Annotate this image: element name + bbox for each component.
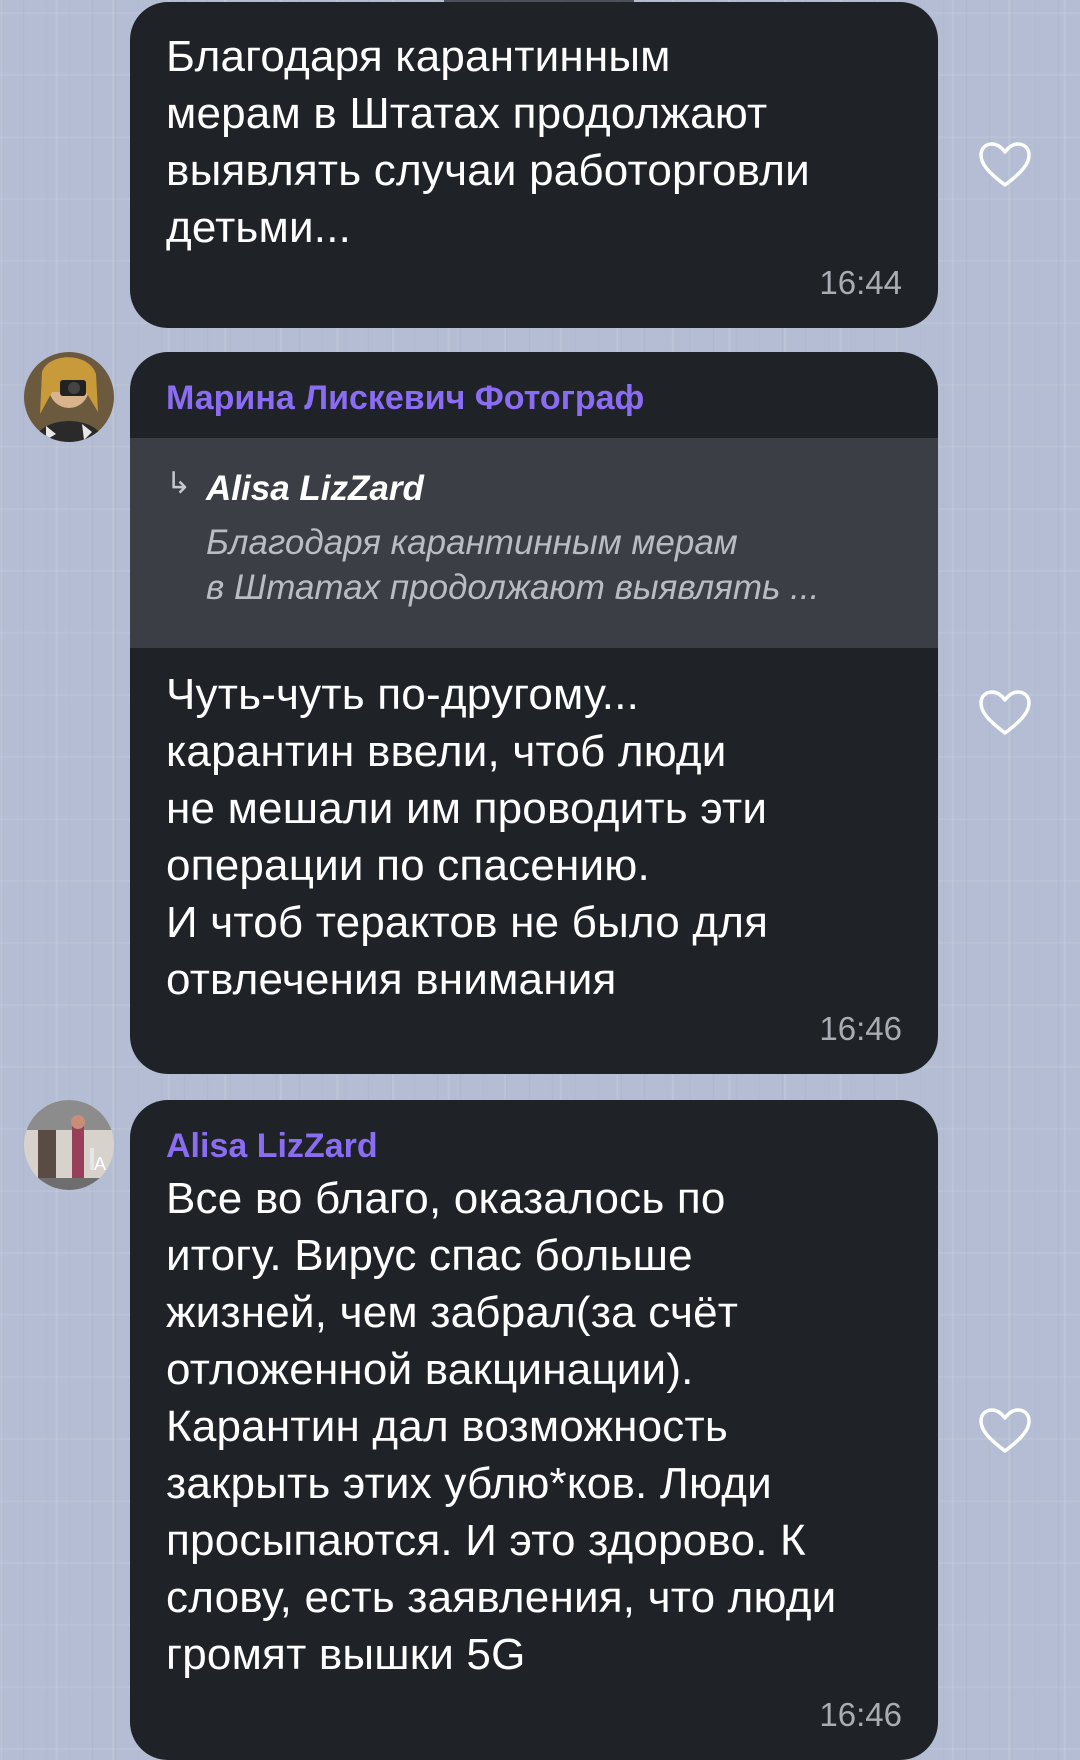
message-time: 16:46 xyxy=(819,1010,902,1047)
sender-name[interactable]: Alisa LizZard xyxy=(130,1100,938,1170)
sender-name[interactable]: Марина Лискевич Фотограф xyxy=(130,352,938,438)
reply-author: Alisa LizZard xyxy=(206,469,424,508)
message-time: 16:44 xyxy=(819,264,902,301)
heart-outline-icon[interactable] xyxy=(978,690,1032,736)
message-text: Все во благо, оказалось по итогу. Вирус … xyxy=(166,1174,837,1679)
message-text: Чуть-чуть по-другому... карантин ввели, … xyxy=(166,670,769,1004)
chat-area[interactable]: Благодаря карантинным мерам в Штатах про… xyxy=(0,0,1080,1760)
message-time: 16:46 xyxy=(819,1696,902,1733)
message-bubble[interactable]: Благодаря карантинным мерам в Штатах про… xyxy=(130,2,938,328)
reply-text: Благодаря карантинным мерам в Штатах про… xyxy=(206,523,820,607)
avatar[interactable] xyxy=(24,352,114,442)
message-bubble[interactable]: Alisa LizZard Все во благо, оказалось по… xyxy=(130,1100,938,1760)
message-text: Благодаря карантинным мерам в Штатах про… xyxy=(166,32,810,252)
reply-quote[interactable]: ↳ Alisa LizZard Благодаря карантинным ме… xyxy=(130,438,938,648)
heart-outline-icon[interactable] xyxy=(978,142,1032,188)
svg-text:A: A xyxy=(94,1154,106,1174)
message-bubble[interactable]: Марина Лискевич Фотограф ↳ Alisa LizZard… xyxy=(130,352,938,1074)
reply-arrow-icon: ↳ xyxy=(166,467,192,500)
avatar[interactable]: A xyxy=(24,1100,114,1190)
heart-outline-icon[interactable] xyxy=(978,1408,1032,1454)
